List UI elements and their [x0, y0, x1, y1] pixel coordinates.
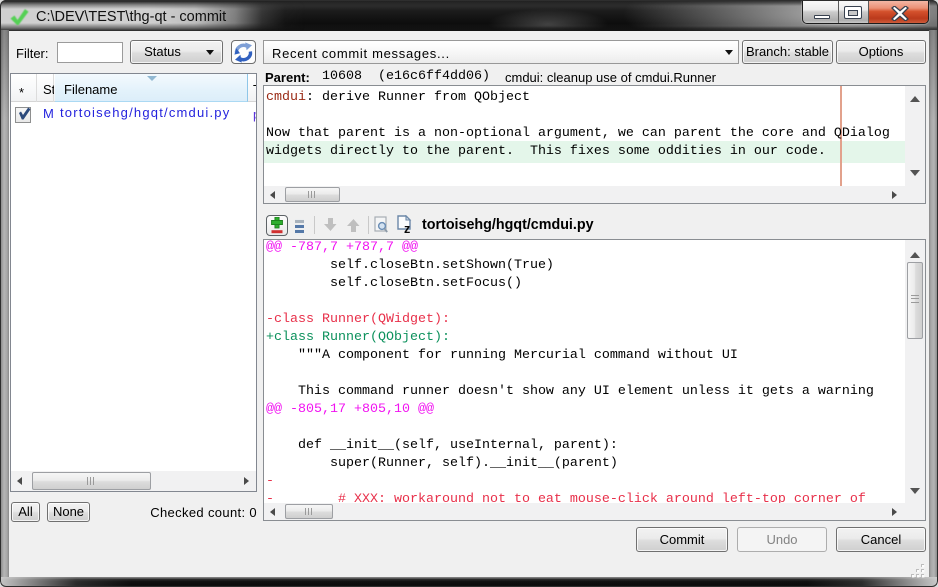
svg-text:z: z — [404, 222, 410, 234]
